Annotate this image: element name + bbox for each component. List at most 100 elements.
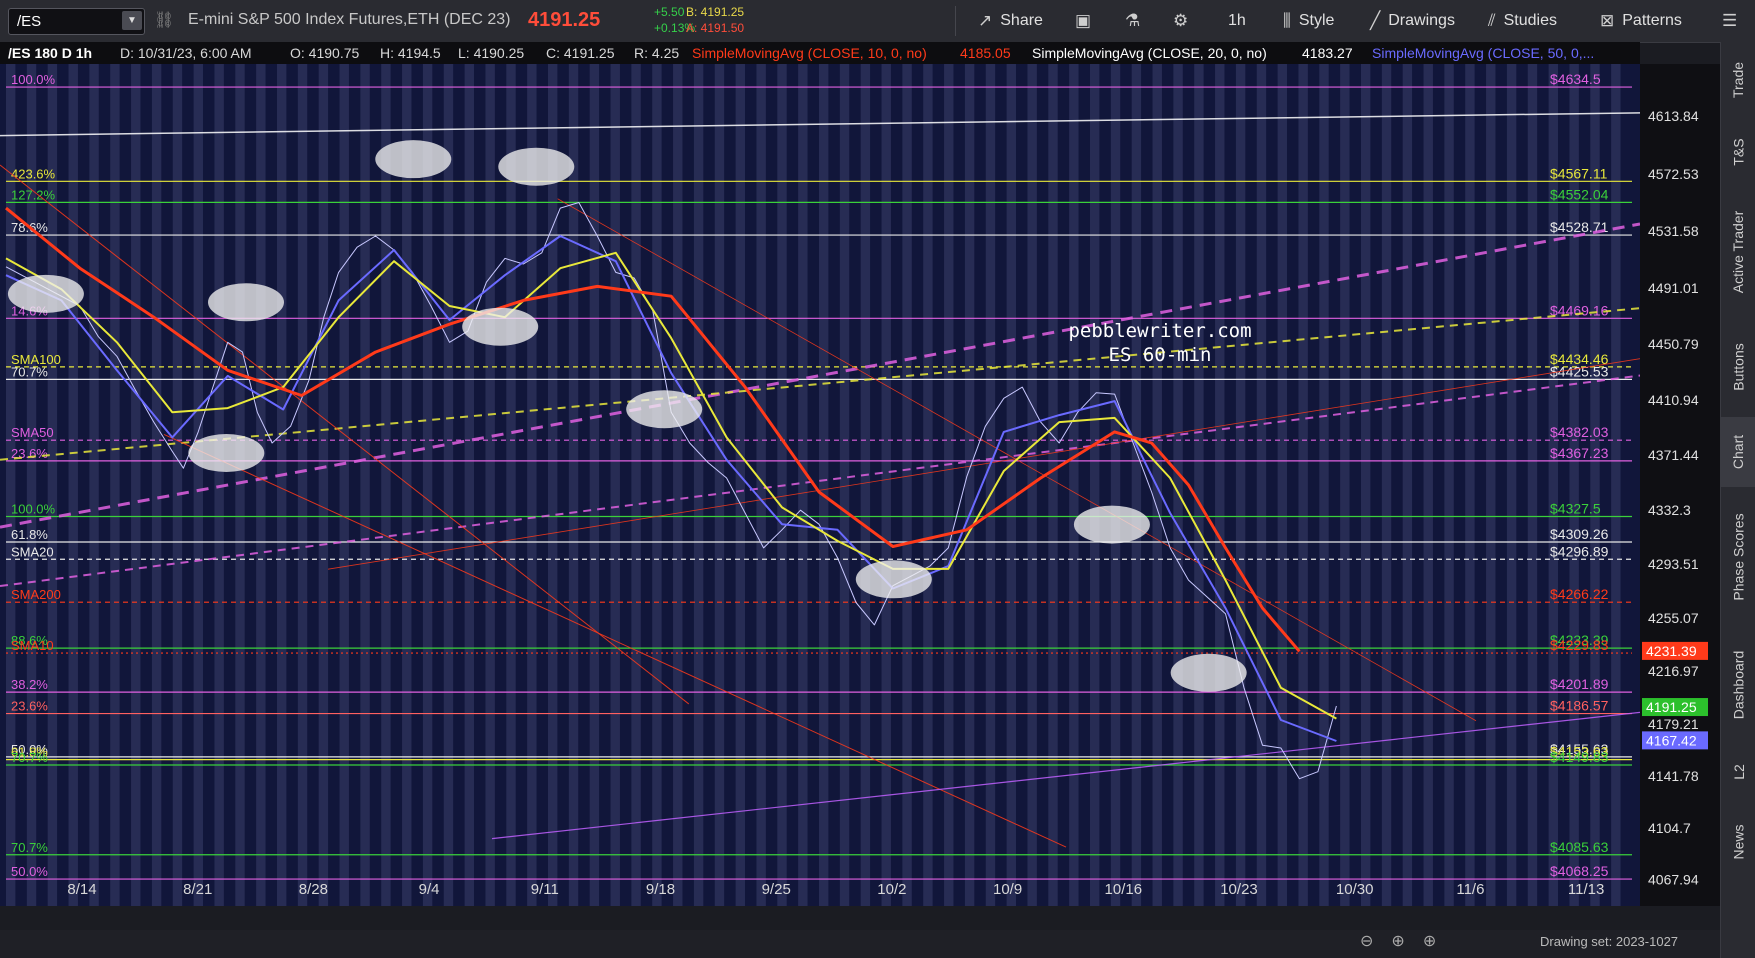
- zoom-controls[interactable]: ⊖⊕⊕: [1360, 931, 1454, 951]
- session-stripe: [1506, 64, 1517, 906]
- session-stripe: [1069, 64, 1079, 906]
- session-stripe: [68, 64, 78, 906]
- candle-icon: ⫼: [1283, 11, 1291, 30]
- level-left-label: SMA200: [11, 587, 61, 602]
- tab-trade-label: Trade: [1730, 61, 1747, 98]
- highlight-ellipse: [462, 307, 539, 346]
- right-side-panel: Trade T&S Active Trader Buttons Chart Ph…: [1720, 42, 1755, 958]
- sma10-label[interactable]: SimpleMovingAvg (CLOSE, 10, 0, no): [692, 45, 927, 61]
- y-tick-label: 4179.21: [1648, 716, 1699, 732]
- x-tick-label: 11/13: [1568, 881, 1604, 898]
- bar-date: D: 10/31/23, 6:00 AM: [120, 45, 252, 61]
- session-stripe: [381, 64, 391, 906]
- tab-time-and-sales[interactable]: T&S: [1721, 117, 1755, 187]
- patterns-button[interactable]: ⊠ Patterns: [1600, 0, 1682, 42]
- session-stripe: [443, 64, 454, 906]
- x-tick-label: 8/28: [299, 881, 328, 898]
- sma50-label[interactable]: SimpleMovingAvg (CLOSE, 50, 0,...: [1372, 45, 1594, 61]
- tab-level2[interactable]: L2: [1721, 742, 1755, 802]
- timeframe-button[interactable]: 1h: [1228, 0, 1246, 42]
- session-stripe: [1006, 64, 1016, 906]
- trend-line[interactable]: [327, 358, 1640, 570]
- y-tick-label: 4216.97: [1648, 663, 1699, 679]
- y-tick-label: 4613.84: [1648, 108, 1699, 124]
- session-stripe: [131, 64, 141, 906]
- x-tick-label: 9/25: [762, 881, 791, 898]
- session-stripe: [735, 64, 745, 906]
- price-axis[interactable]: 4613.84 4572.53 4531.58 4491.01 4450.79 4410.…: [1640, 64, 1720, 906]
- x-tick-label: 10/16: [1105, 881, 1143, 898]
- session-stripe: [402, 64, 412, 906]
- drawings-button[interactable]: ╱ Drawings: [1370, 0, 1455, 42]
- tab-buttons[interactable]: Buttons: [1721, 317, 1755, 417]
- tab-buttons-label: Buttons: [1730, 343, 1747, 391]
- ask-price: A: 4191.50: [686, 21, 745, 35]
- price-tag-label: 4191.25: [1646, 699, 1697, 715]
- highlight-ellipse: [188, 434, 265, 473]
- session-stripe: [1611, 64, 1621, 906]
- studies-button[interactable]: ⫽ Studies: [1488, 0, 1557, 42]
- symbol-description: E-mini S&P 500 Index Futures,ETH (DEC 23…: [188, 11, 511, 28]
- symbol-input[interactable]: /ES ▼: [8, 8, 145, 35]
- session-stripe: [693, 64, 704, 906]
- session-stripe: [485, 64, 495, 906]
- session-stripe: [860, 64, 871, 906]
- level-price-label: $4068.25: [1550, 863, 1609, 879]
- session-stripe: [568, 64, 579, 906]
- session-stripe: [506, 64, 516, 906]
- price-tag-label: 4231.39: [1646, 643, 1697, 659]
- session-stripe: [1131, 64, 1142, 906]
- tab-active-trader-label: Active Trader: [1730, 210, 1747, 294]
- bar-range: R: 4.25: [634, 45, 680, 61]
- session-stripe: [1527, 64, 1538, 906]
- snapshot-button[interactable]: ▣: [1075, 0, 1099, 42]
- chart-area[interactable]: 100.0% $4634.5 423.6% $4567.11 127.2% $4552.0…: [0, 64, 1640, 906]
- share-button[interactable]: ↗ Share: [978, 0, 1043, 42]
- x-tick-label: 8/21: [183, 881, 212, 898]
- style-button[interactable]: ⫼ Style: [1283, 0, 1334, 42]
- y-tick-label: 4410.94: [1648, 392, 1699, 408]
- y-tick-label: 4332.3: [1648, 502, 1691, 518]
- y-tick-label: 4531.58: [1648, 223, 1699, 239]
- session-stripe: [881, 64, 891, 906]
- session-stripe: [714, 64, 725, 906]
- tab-active-trader[interactable]: Active Trader: [1721, 187, 1755, 317]
- sma20-label[interactable]: SimpleMovingAvg (CLOSE, 20, 0, no): [1032, 45, 1267, 61]
- flask-button[interactable]: ⚗: [1125, 0, 1148, 42]
- bottom-bar: [0, 930, 1720, 958]
- session-stripe: [1215, 64, 1225, 906]
- crosshair-icon[interactable]: ⊕: [1423, 933, 1454, 950]
- session-stripe: [1340, 64, 1350, 906]
- x-tick-label: 9/4: [419, 881, 440, 898]
- x-tick-label: 10/23: [1220, 881, 1258, 898]
- last-price: 4191.25: [528, 9, 601, 31]
- session-stripe: [589, 64, 600, 906]
- tab-phase-scores[interactable]: Phase Scores: [1721, 487, 1755, 627]
- level-left-label: 38.2%: [11, 677, 48, 692]
- chart-id: /ES 180 D 1h: [8, 45, 93, 61]
- level-price-label: $4149.83: [1550, 749, 1609, 765]
- zoom-out-icon[interactable]: ⊖: [1360, 933, 1391, 950]
- bid-ask: B: 4191.25 A: 4191.50: [686, 4, 744, 36]
- price-chart[interactable]: 100.0% $4634.5423.6% $4567.11127.2% $4552.0…: [0, 64, 1640, 906]
- y-tick-label: 4141.78: [1648, 768, 1699, 784]
- tab-trade[interactable]: Trade: [1721, 42, 1755, 117]
- level-price-label: $4229.83: [1550, 637, 1609, 653]
- tab-news[interactable]: News: [1721, 802, 1755, 882]
- price-axis-svg: 4613.84 4572.53 4531.58 4491.01 4450.79 4410.…: [1642, 108, 1708, 888]
- y-tick-label: 4255.07: [1648, 610, 1699, 626]
- highlight-ellipse: [7, 274, 84, 313]
- patterns-icon: ⊠: [1600, 11, 1615, 30]
- link-icon[interactable]: ⛓: [154, 10, 174, 30]
- settings-button[interactable]: ⚙: [1173, 0, 1196, 42]
- studies-icon: ⫽: [1488, 11, 1496, 30]
- tab-chart[interactable]: Chart: [1721, 417, 1755, 487]
- menu-button[interactable]: ☰: [1722, 0, 1745, 42]
- level-left-label: 23.6%: [11, 699, 48, 714]
- level-left-label: SMA10: [11, 638, 54, 653]
- zoom-in-icon[interactable]: ⊕: [1391, 933, 1422, 950]
- tab-dashboard[interactable]: Dashboard: [1721, 627, 1755, 742]
- drawings-label: Drawings: [1388, 12, 1455, 29]
- chevron-down-icon[interactable]: ▼: [122, 11, 142, 30]
- session-stripe: [1444, 64, 1454, 906]
